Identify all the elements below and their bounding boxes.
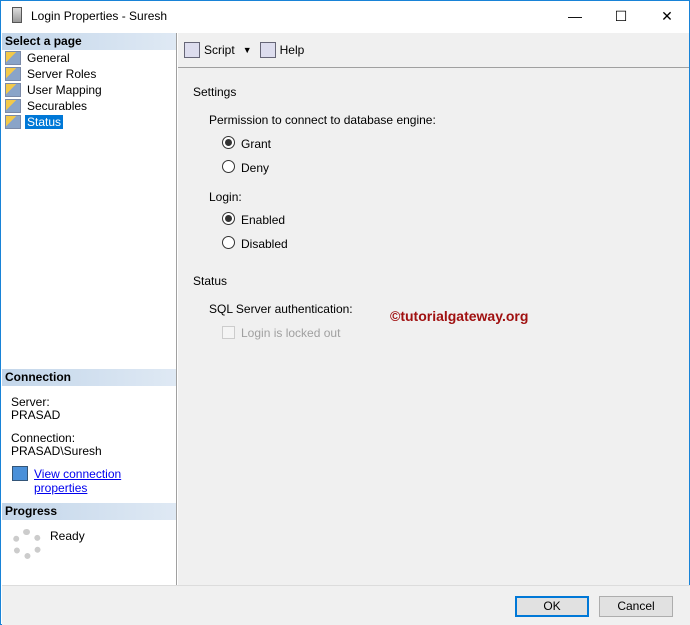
minimize-button[interactable]: — [552, 1, 598, 31]
script-dropdown-arrow-icon[interactable]: ▼ [243, 45, 252, 55]
progress-header: Progress [2, 503, 176, 520]
connection-properties-icon [12, 466, 28, 481]
enabled-label: Enabled [241, 213, 286, 227]
page-icon [5, 51, 21, 65]
sidebar-item-label: General [27, 51, 70, 65]
maximize-button[interactable]: ☐ [598, 1, 644, 31]
window-title: Login Properties - Suresh [31, 9, 168, 23]
deny-radio[interactable] [222, 160, 235, 173]
progress-status: Ready [50, 529, 85, 543]
page-icon [5, 99, 21, 113]
connection-header: Connection [2, 369, 176, 386]
sidebar-item-user-mapping[interactable]: User Mapping [2, 82, 176, 98]
disabled-radio[interactable] [222, 236, 235, 249]
dialog-footer: OK Cancel [2, 585, 690, 625]
locked-out-label: Login is locked out [241, 326, 341, 340]
page-icon [5, 115, 21, 129]
login-properties-window: Login Properties - Suresh — ☐ ✕ Select a… [0, 0, 690, 625]
view-connection-properties-link[interactable]: View connection properties [34, 467, 176, 495]
grant-label: Grant [241, 137, 272, 151]
server-value: PRASAD [11, 408, 61, 422]
progress-spinner-icon [12, 529, 42, 559]
sidebar-item-label: Securables [27, 99, 88, 113]
title-bar: Login Properties - Suresh — ☐ ✕ [1, 1, 689, 31]
ok-button[interactable]: OK [515, 596, 589, 617]
settings-header: Settings [193, 85, 237, 99]
sidebar-item-securables[interactable]: Securables [2, 98, 176, 114]
status-header: Status [193, 274, 228, 288]
locked-out-checkbox[interactable] [222, 326, 235, 339]
sidebar-item-label: Status [25, 115, 64, 129]
grant-radio[interactable] [222, 136, 235, 149]
login-label: Login: [209, 190, 242, 204]
watermark: ©tutorialgateway.org [390, 308, 529, 324]
server-icon [12, 7, 22, 23]
left-panel: Select a page General Server Roles User … [2, 33, 177, 585]
help-icon [259, 42, 276, 58]
script-button[interactable]: Script [204, 43, 235, 57]
sidebar-item-server-roles[interactable]: Server Roles [2, 66, 176, 82]
deny-label: Deny [241, 161, 270, 175]
server-label: Server: [11, 395, 50, 409]
sidebar-item-label: Server Roles [27, 67, 97, 81]
enabled-radio[interactable] [222, 212, 235, 225]
sidebar-item-status[interactable]: Status [2, 114, 176, 130]
toolbar: Script ▼ Help [178, 33, 689, 68]
sidebar-item-general[interactable]: General [2, 50, 176, 66]
help-button[interactable]: Help [280, 43, 305, 57]
main-panel: Script ▼ Help Settings Permission to con… [178, 33, 689, 585]
script-icon [184, 42, 200, 58]
select-page-header: Select a page [2, 33, 176, 50]
permission-label: Permission to connect to database engine… [209, 113, 436, 127]
connection-label: Connection: [11, 431, 76, 445]
page-icon [5, 67, 21, 81]
connection-value: PRASAD\Suresh [11, 444, 102, 458]
cancel-button[interactable]: Cancel [599, 596, 673, 617]
sidebar-item-label: User Mapping [27, 83, 102, 97]
sql-auth-label: SQL Server authentication: [209, 302, 353, 316]
close-button[interactable]: ✕ [644, 1, 690, 31]
page-icon [5, 83, 21, 97]
disabled-label: Disabled [241, 237, 288, 251]
